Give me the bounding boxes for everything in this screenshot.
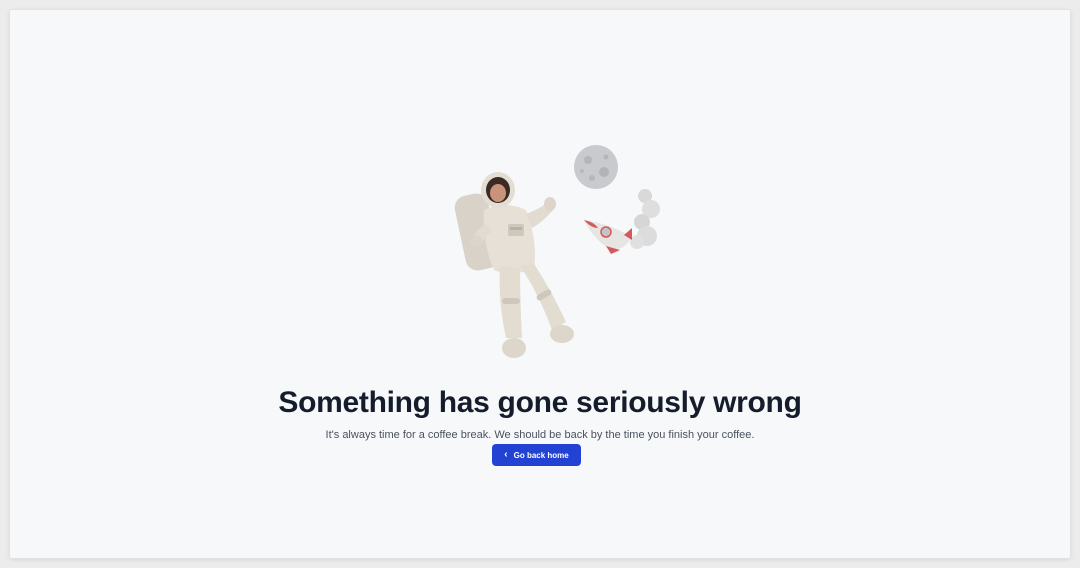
- go-back-home-label: Go back home: [513, 450, 569, 460]
- go-back-home-button[interactable]: ‹ Go back home: [492, 444, 581, 466]
- space-illustration: [454, 145, 660, 358]
- moon-icon: [574, 145, 618, 189]
- rocket-icon: [584, 189, 660, 254]
- page-title: Something has gone seriously wrong: [278, 386, 802, 419]
- error-message: It's always time for a coffee break. We …: [325, 429, 755, 441]
- chevron-left-icon: ‹: [504, 448, 508, 460]
- astronaut-icon: [454, 172, 574, 358]
- error-page: Something has gone seriously wrong It's …: [10, 10, 1070, 558]
